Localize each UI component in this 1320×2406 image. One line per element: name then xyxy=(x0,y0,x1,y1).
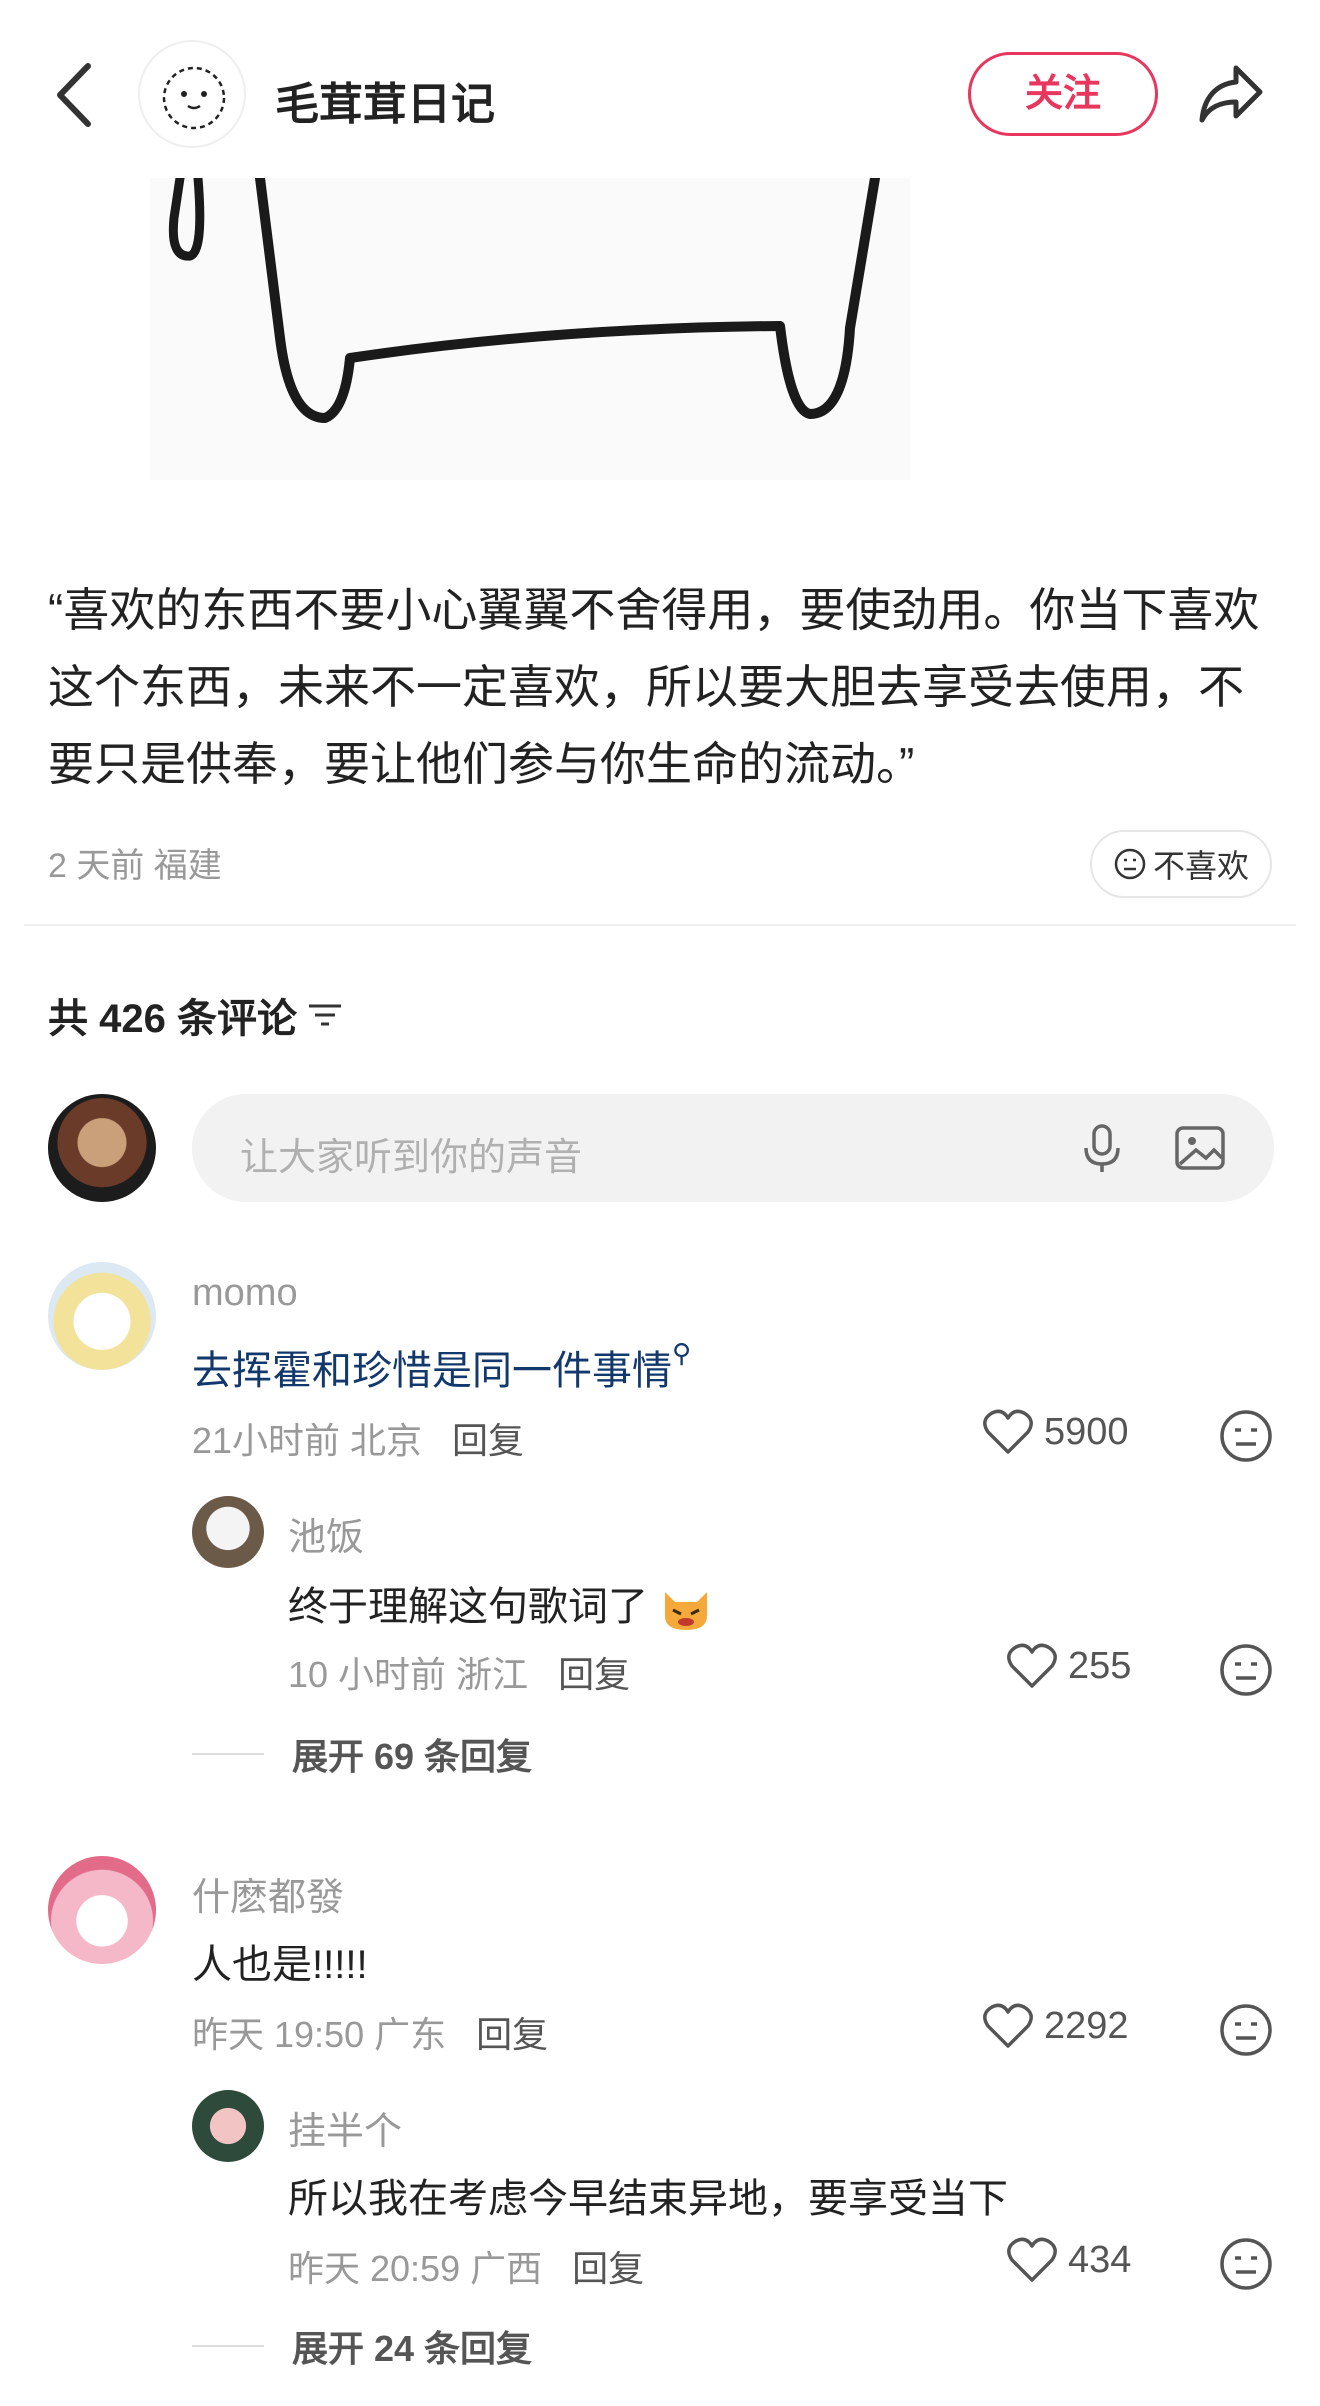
reply-button[interactable]: 回复 xyxy=(476,2014,548,2055)
image-icon[interactable] xyxy=(1172,1120,1228,1176)
reply-date-location: 昨天 20:59 广西 xyxy=(288,2248,543,2289)
comment-count[interactable]: 共 426 条评论 xyxy=(48,986,343,1044)
commenter-name[interactable]: 什麽都發 xyxy=(192,1866,344,1921)
commenter-avatar[interactable] xyxy=(48,1856,156,1964)
comment-input[interactable]: 让大家听到你的声音 xyxy=(192,1094,1274,1202)
comment-input-placeholder: 让大家听到你的声音 xyxy=(240,1137,583,1179)
divider xyxy=(24,924,1296,926)
reply-text: 所以我在考虑今早结束异地，要享受当下 xyxy=(288,2177,1008,2221)
neutral-face-icon[interactable] xyxy=(1218,2002,1274,2058)
comment-text: 去挥霍和珍惜是同一件事情⚲ xyxy=(192,1338,691,1396)
reply-text: 终于理解这句歌词了 xyxy=(288,1574,713,1634)
comment-text-content[interactable]: 去挥霍和珍惜是同一件事情 xyxy=(192,1349,672,1393)
heart-icon xyxy=(1007,2237,1057,2282)
like-count: 434 xyxy=(1068,2238,1132,2281)
my-avatar xyxy=(48,1094,156,1202)
like-button[interactable]: 434 xyxy=(1006,2236,1131,2284)
post-body-text: “喜欢的东西不要小心翼翼不舍得用，要使劲用。你当下喜欢这个东西，未来不一定喜欢，… xyxy=(48,584,1260,790)
follow-button[interactable]: 关注 xyxy=(968,52,1158,136)
like-button[interactable]: 255 xyxy=(1006,1642,1131,1690)
like-button[interactable]: 5900 xyxy=(982,1408,1129,1456)
expand-replies-label: 展开 69 条回复 xyxy=(292,1736,533,1777)
like-button[interactable]: 2292 xyxy=(982,2002,1129,2050)
crying-cat-emoji-icon xyxy=(659,1584,713,1634)
reply-text-content: 终于理解这句歌词了 xyxy=(288,1585,648,1629)
commenter-name[interactable]: momo xyxy=(192,1272,298,1315)
expand-replies-label: 展开 24 条回复 xyxy=(292,2328,533,2369)
like-count: 255 xyxy=(1068,1644,1132,1687)
neutral-face-icon[interactable] xyxy=(1218,1408,1274,1464)
heart-icon xyxy=(1007,1643,1057,1688)
search-icon[interactable]: ⚲ xyxy=(672,1338,691,1368)
neutral-face-icon[interactable] xyxy=(1218,2236,1274,2292)
post-image xyxy=(150,173,910,480)
expand-replies-button[interactable]: 展开 24 条回复 xyxy=(192,2320,532,2372)
top-bar: 毛茸茸日记 关注 xyxy=(0,0,1320,178)
microphone-icon[interactable] xyxy=(1072,1118,1132,1178)
comment-date-location: 昨天 19:50 广东 xyxy=(192,2014,447,2055)
back-icon[interactable] xyxy=(50,60,100,130)
like-count: 5900 xyxy=(1044,1410,1129,1453)
reply-date-location: 10 小时前 浙江 xyxy=(288,1654,529,1695)
reply-button[interactable]: 回复 xyxy=(558,1654,630,1695)
comment-text: 人也是!!!!! xyxy=(192,1943,368,1987)
comment-count-label: 共 426 条评论 xyxy=(48,997,297,1041)
commenter-avatar[interactable] xyxy=(48,1262,156,1370)
dislike-button[interactable]: 不喜欢 xyxy=(1090,830,1272,898)
heart-icon xyxy=(983,1409,1033,1454)
reply-button[interactable]: 回复 xyxy=(572,2248,644,2289)
author-avatar[interactable] xyxy=(138,40,246,148)
replier-avatar[interactable] xyxy=(192,2090,264,2162)
dislike-label: 不喜欢 xyxy=(1152,848,1249,884)
heart-icon xyxy=(983,2003,1033,2048)
author-name[interactable]: 毛茸茸日记 xyxy=(275,68,495,132)
sort-icon[interactable] xyxy=(307,1000,343,1030)
comment-date-location: 21小时前 北京 xyxy=(192,1420,423,1461)
share-icon[interactable] xyxy=(1196,62,1266,126)
divider-line xyxy=(192,1753,264,1755)
post-date-location: 2 天前 福建 xyxy=(48,847,222,885)
replier-name[interactable]: 挂半个 xyxy=(288,2100,402,2155)
neutral-face-icon[interactable] xyxy=(1218,1642,1274,1698)
reply-meta: 10 小时前 浙江 回复 xyxy=(288,1646,630,1698)
reply-meta: 昨天 20:59 广西 回复 xyxy=(288,2240,644,2292)
comment-meta: 21小时前 北京 回复 xyxy=(192,1412,524,1464)
divider-line xyxy=(192,2345,264,2347)
like-count: 2292 xyxy=(1044,2004,1129,2047)
comment-meta: 昨天 19:50 广东 回复 xyxy=(192,2006,548,2058)
replier-avatar[interactable] xyxy=(192,1496,264,1568)
replier-name[interactable]: 池饭 xyxy=(288,1506,364,1561)
expand-replies-button[interactable]: 展开 69 条回复 xyxy=(192,1728,532,1780)
reply-button[interactable]: 回复 xyxy=(452,1420,524,1461)
neutral-face-icon xyxy=(1114,848,1146,880)
